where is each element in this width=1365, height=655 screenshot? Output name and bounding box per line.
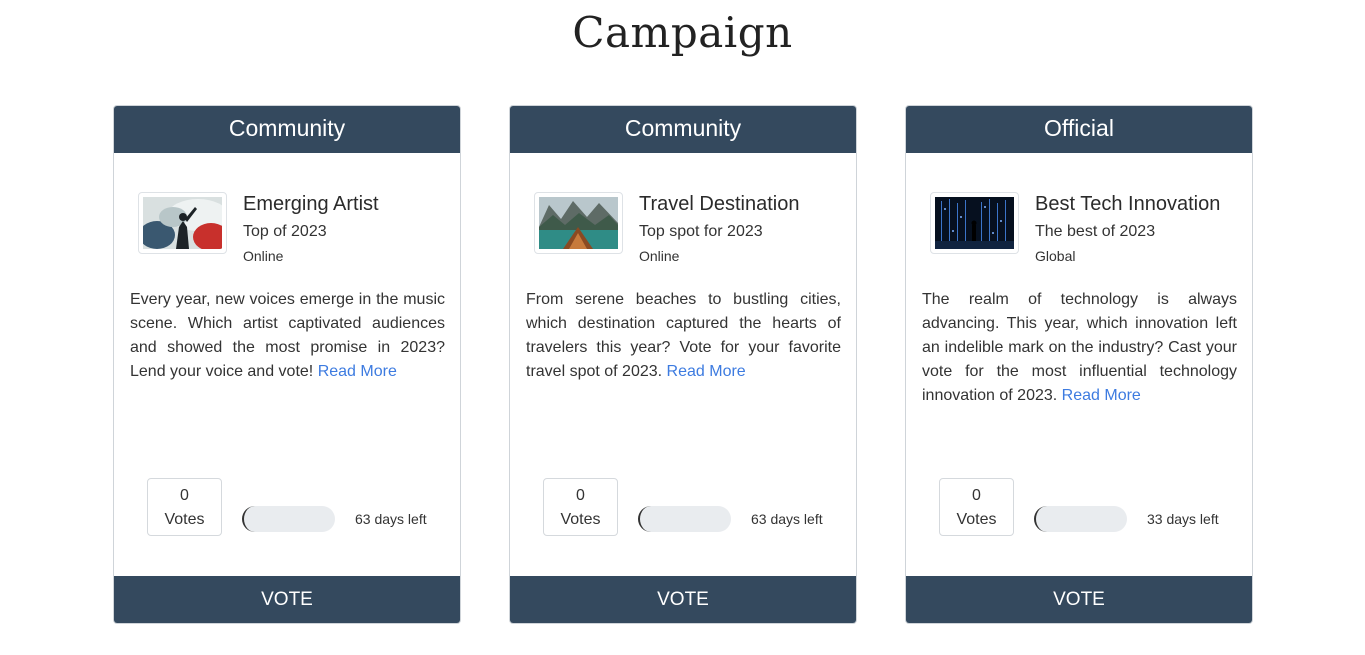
votes-count: 0 [972,487,981,504]
card-category: Community [114,106,460,153]
votes-counter: 0 Votes [147,478,222,536]
card-summary: Emerging Artist Top of 2023 Online [138,192,450,272]
campaign-cards: Community Emerging Artist Top of 2023 On… [113,105,1253,624]
vote-button[interactable]: VOTE [510,576,856,623]
campaign-stats: 0 Votes 63 days left [147,478,447,538]
votes-label: Votes [164,511,205,528]
campaign-subtitle: Top of 2023 [243,223,327,240]
vote-button[interactable]: VOTE [906,576,1252,623]
campaign-title: Travel Destination [639,193,800,215]
campaign-card: Community Emerging Artist Top of 2023 On… [113,105,461,624]
progress-bar [242,506,335,532]
campaign-subtitle: Top spot for 2023 [639,223,763,240]
days-left: 33 days left [1147,511,1219,527]
digital-lights-image [930,192,1019,254]
card-summary: Travel Destination Top spot for 2023 Onl… [534,192,846,272]
card-category: Official [906,106,1252,153]
votes-counter: 0 Votes [939,478,1014,536]
concert-singer-image [138,192,227,254]
votes-label: Votes [560,511,601,528]
campaign-location: Online [243,248,284,264]
days-left: 63 days left [355,511,427,527]
campaign-description: Every year, new voices emerge in the mus… [130,288,445,384]
votes-label: Votes [956,511,997,528]
page-title: Campaign [572,8,793,57]
tech-image-graphic [935,197,1014,249]
campaign-stats: 0 Votes 63 days left [543,478,843,538]
campaign-title: Best Tech Innovation [1035,193,1221,215]
votes-count: 0 [576,487,585,504]
card-meta: Best Tech Innovation The best of 2023 Gl… [1035,192,1220,265]
card-category: Community [510,106,856,153]
days-left: 63 days left [751,511,823,527]
campaign-description: The realm of technology is always advanc… [922,288,1237,408]
campaign-stats: 0 Votes 33 days left [939,478,1239,538]
card-meta: Travel Destination Top spot for 2023 Onl… [639,192,799,265]
votes-counter: 0 Votes [543,478,618,536]
read-more-link[interactable]: Read More [667,363,746,380]
campaign-card: Community Travel Destination Top spot fo… [509,105,857,624]
read-more-link[interactable]: Read More [318,363,397,380]
card-summary: Best Tech Innovation The best of 2023 Gl… [930,192,1242,272]
concert-image-graphic [143,197,222,249]
campaign-title: Emerging Artist [243,193,379,215]
vote-button[interactable]: VOTE [114,576,460,623]
progress-bar [638,506,731,532]
progress-bar [1034,506,1127,532]
lake-boat-image [534,192,623,254]
campaign-subtitle: The best of 2023 [1035,223,1156,240]
campaign-location: Global [1035,248,1076,264]
description-text: Every year, new voices emerge in the mus… [130,291,445,380]
votes-count: 0 [180,487,189,504]
campaign-description: From serene beaches to bustling cities, … [526,288,841,384]
card-meta: Emerging Artist Top of 2023 Online [243,192,379,265]
lake-image-graphic [539,197,618,249]
read-more-link[interactable]: Read More [1062,387,1141,404]
campaign-location: Online [639,248,680,264]
campaign-card: Official Best Tech Innovation The best o… [905,105,1253,624]
